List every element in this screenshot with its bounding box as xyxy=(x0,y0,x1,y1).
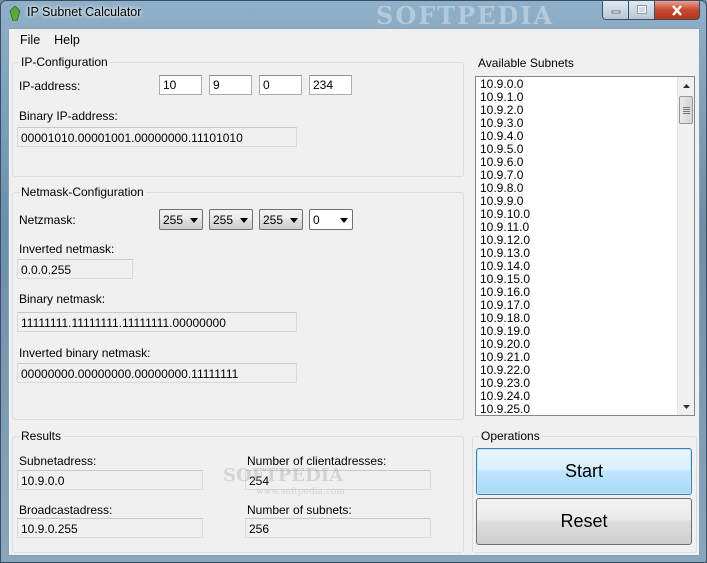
subnet-address-label: Subnetadress: xyxy=(19,454,97,468)
thumb-grip xyxy=(683,109,690,110)
list-item[interactable]: 10.9.25.0 xyxy=(476,403,678,416)
minimize-icon xyxy=(611,10,620,14)
minimize-button[interactable] xyxy=(602,1,629,20)
available-subnets-list[interactable]: 10.9.0.0 10.9.1.0 10.9.2.0 10.9.3.0 10.9.4.0… xyxy=(475,76,695,416)
netmask-octet-2-value: 255 xyxy=(213,213,234,227)
binary-ip-value: 00001010.00001001.00000000.11101010 xyxy=(17,127,297,147)
dropdown-arrow-icon xyxy=(290,218,298,223)
scroll-down-button[interactable] xyxy=(678,398,694,415)
maximize-button[interactable] xyxy=(629,1,655,20)
softpedia-url-watermark: www.softpedia.com xyxy=(256,487,345,497)
group-title: Operations xyxy=(479,429,542,443)
number-of-subnets-label: Number of subnets: xyxy=(247,503,352,517)
scroll-up-icon xyxy=(683,83,690,88)
ip-octet-2[interactable] xyxy=(209,75,252,95)
broadcast-address-label: Broadcastadress: xyxy=(19,503,113,517)
app-icon xyxy=(9,6,21,21)
available-subnets-label: Available Subnets xyxy=(478,56,574,70)
netmask-octet-2-select[interactable]: 255 xyxy=(209,209,253,230)
binary-netmask-value: 11111111.11111111.11111111.00000000 xyxy=(17,312,297,332)
dropdown-arrow-icon xyxy=(190,218,198,223)
softpedia-watermark: SOFTPEDIA xyxy=(223,465,344,486)
scroll-down-icon xyxy=(683,404,690,409)
ip-octet-3[interactable] xyxy=(259,75,302,95)
ip-address-label: IP-address: xyxy=(19,79,81,93)
ip-octet-1[interactable] xyxy=(159,75,202,95)
caption-buttons xyxy=(602,1,700,20)
inverted-binary-netmask-value: 00000000.00000000.00000000.11111111 xyxy=(17,363,297,383)
scroll-thumb[interactable] xyxy=(679,96,693,124)
group-title: Netmask-Configuration xyxy=(19,185,146,199)
window-title: IP Subnet Calculator xyxy=(27,5,142,19)
title-bar[interactable]: IP Subnet Calculator SOFTPEDIA xyxy=(1,1,706,30)
scroll-up-button[interactable] xyxy=(678,77,694,94)
binary-netmask-label: Binary netmask: xyxy=(19,292,106,306)
binary-ip-label: Binary IP-address: xyxy=(19,109,118,123)
menu-bar: File Help xyxy=(9,29,699,51)
netmask-octet-3-value: 255 xyxy=(263,213,284,227)
netmask-octet-3-select[interactable]: 255 xyxy=(259,209,303,230)
client-area: File Help IP-Configuration IP-address: B… xyxy=(8,28,700,556)
menu-file[interactable]: File xyxy=(13,29,47,51)
app-window: IP Subnet Calculator SOFTPEDIA File Help… xyxy=(0,0,707,563)
netmask-octet-1-select[interactable]: 255 xyxy=(159,209,203,230)
broadcast-address-value: 10.9.0.255 xyxy=(17,518,203,538)
ip-octet-4[interactable] xyxy=(309,75,352,95)
netmask-label: Netzmask: xyxy=(19,213,76,227)
vertical-scrollbar[interactable] xyxy=(677,77,694,415)
dropdown-arrow-icon xyxy=(340,218,348,223)
start-button[interactable]: Start xyxy=(476,448,692,495)
netmask-octet-4-select[interactable]: 0 xyxy=(309,209,353,230)
group-title: Results xyxy=(19,429,64,443)
subnet-address-value: 10.9.0.0 xyxy=(17,470,203,490)
dropdown-arrow-icon xyxy=(240,218,248,223)
close-icon xyxy=(672,4,682,16)
thumb-grip xyxy=(683,111,690,112)
netmask-octet-1-value: 255 xyxy=(163,213,184,227)
maximize-icon xyxy=(636,5,647,14)
inverted-netmask-value: 0.0.0.255 xyxy=(17,259,133,279)
inverted-netmask-label: Inverted netmask: xyxy=(19,242,115,256)
subnet-items: 10.9.0.0 10.9.1.0 10.9.2.0 10.9.3.0 10.9.4.0… xyxy=(476,77,678,416)
menu-help[interactable]: Help xyxy=(47,29,87,51)
close-button[interactable] xyxy=(655,1,700,20)
reset-button[interactable]: Reset xyxy=(476,498,692,545)
netmask-octet-4-value: 0 xyxy=(313,213,320,227)
softpedia-watermark: SOFTPEDIA xyxy=(376,1,555,30)
group-title: IP-Configuration xyxy=(19,55,110,69)
thumb-grip xyxy=(683,113,690,114)
inverted-binary-netmask-label: Inverted binary netmask: xyxy=(19,346,151,360)
thumb-grip xyxy=(683,107,690,108)
number-of-subnets-value: 256 xyxy=(245,518,431,538)
